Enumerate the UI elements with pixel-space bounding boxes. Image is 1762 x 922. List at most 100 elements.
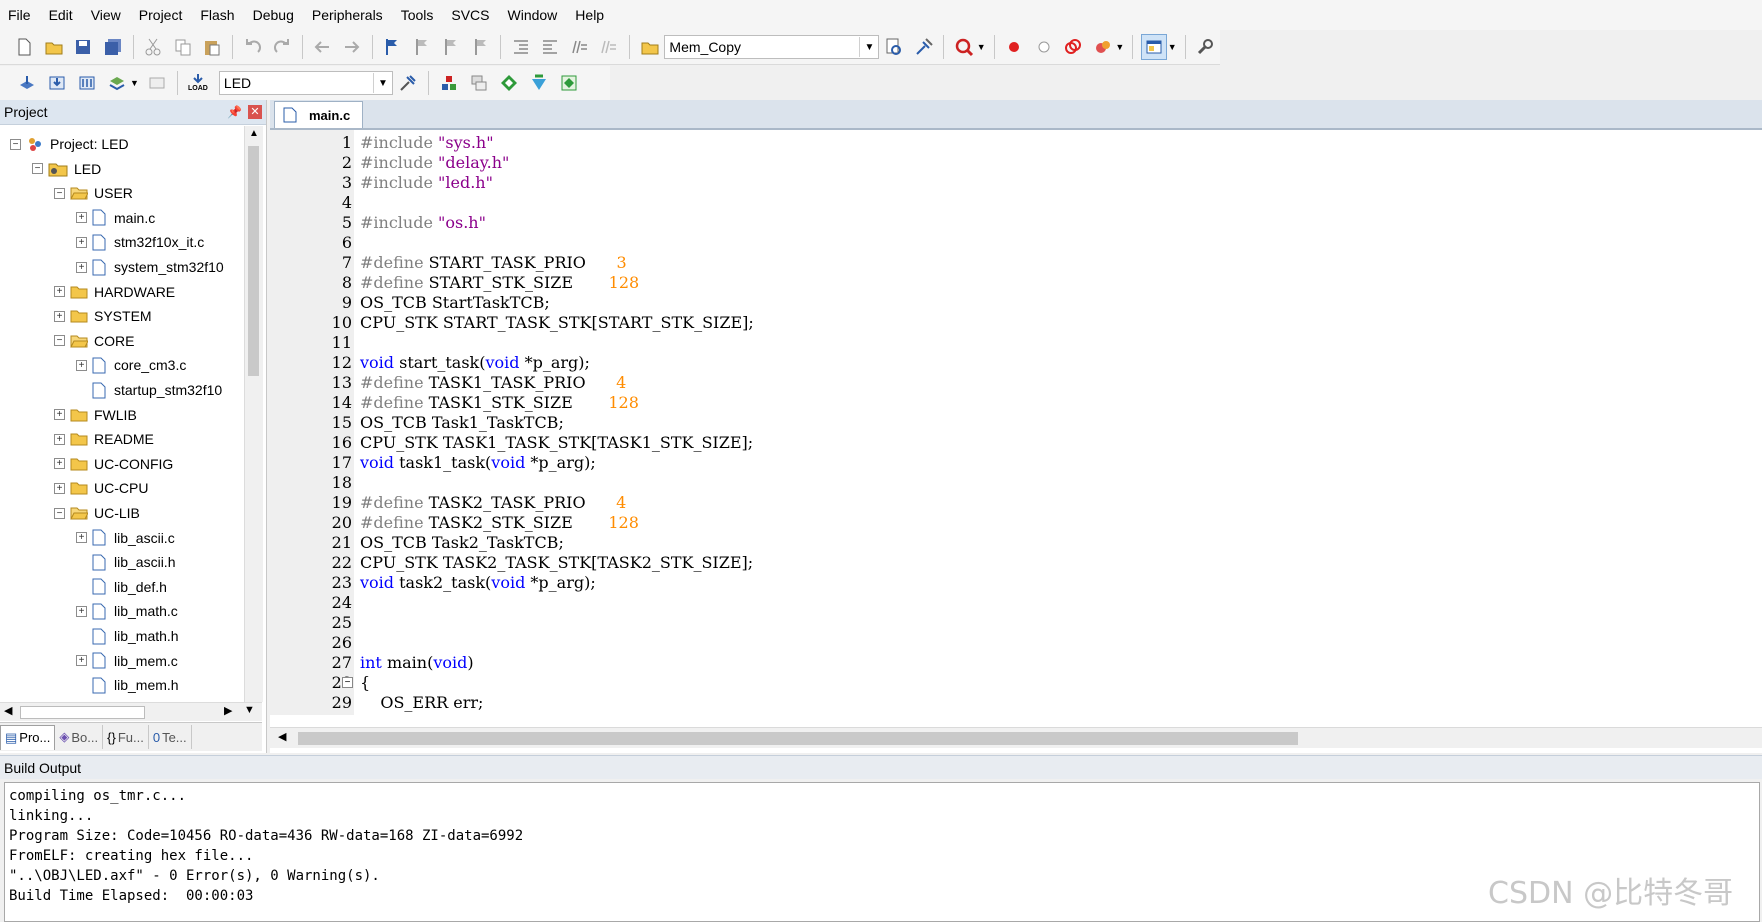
menu-peripherals[interactable]: Peripherals bbox=[303, 0, 392, 30]
scrollbar-thumb[interactable] bbox=[298, 732, 1298, 745]
chevron-down-icon[interactable]: ▼ bbox=[977, 42, 986, 52]
disable-all-breakpoints-icon[interactable] bbox=[1061, 35, 1084, 59]
new-file-icon[interactable] bbox=[13, 35, 36, 59]
tree-vertical-scrollbar[interactable]: ▲ bbox=[244, 126, 263, 702]
expand-icon[interactable]: + bbox=[54, 286, 65, 298]
select-packs-icon[interactable] bbox=[467, 71, 491, 95]
tree-item[interactable]: + SYSTEM bbox=[54, 304, 152, 328]
tree-item[interactable]: + HARDWARE bbox=[54, 280, 175, 304]
manage-project-items-icon[interactable] bbox=[437, 71, 461, 95]
batch-build-icon[interactable] bbox=[105, 71, 129, 95]
stop-build-icon[interactable] bbox=[145, 71, 169, 95]
target-combo[interactable]: LED ▼ bbox=[218, 71, 393, 95]
translate-icon[interactable] bbox=[15, 71, 39, 95]
tree-item[interactable]: lib_def.h bbox=[76, 575, 167, 599]
save-all-icon[interactable] bbox=[101, 35, 124, 59]
insert-breakpoint-icon[interactable] bbox=[1003, 35, 1026, 59]
build-icon[interactable] bbox=[45, 71, 69, 95]
scroll-left-icon[interactable]: ◀ bbox=[4, 704, 12, 717]
expand-icon[interactable]: + bbox=[54, 409, 65, 421]
navigate-forward-icon[interactable] bbox=[340, 35, 363, 59]
scrollbar-thumb[interactable] bbox=[248, 146, 259, 376]
collapse-icon[interactable]: − bbox=[10, 138, 21, 150]
expand-icon[interactable]: + bbox=[54, 482, 65, 494]
expand-icon[interactable]: + bbox=[76, 359, 87, 371]
collapse-icon[interactable]: − bbox=[32, 163, 43, 175]
tree-horizontal-scrollbar[interactable]: ◀ ▶ ▼ bbox=[0, 702, 262, 721]
menu-file[interactable]: File bbox=[0, 0, 40, 30]
expand-icon[interactable]: + bbox=[76, 605, 87, 617]
tree-item[interactable]: + stm32f10x_it.c bbox=[76, 230, 204, 254]
tab-project[interactable]: ▤ Pro... bbox=[0, 724, 56, 750]
collapse-icon[interactable]: − bbox=[54, 187, 65, 199]
scroll-down-icon[interactable]: ▼ bbox=[244, 704, 255, 716]
kill-breakpoints-icon[interactable] bbox=[1091, 35, 1114, 59]
tree-item[interactable]: − UC-LIB bbox=[54, 501, 140, 525]
tree-item[interactable]: + system_stm32f10 bbox=[76, 255, 224, 279]
find-in-files-icon[interactable] bbox=[638, 35, 661, 59]
tree-item[interactable]: − Project: LED bbox=[10, 132, 129, 156]
comment-icon[interactable] bbox=[568, 35, 591, 59]
pin-icon[interactable]: 📌 bbox=[227, 105, 242, 119]
menu-project[interactable]: Project bbox=[130, 0, 192, 30]
tab-templates[interactable]: 0 Te... bbox=[149, 725, 192, 749]
menu-window[interactable]: Window bbox=[499, 0, 567, 30]
tree-item[interactable]: lib_math.h bbox=[76, 624, 179, 648]
tree-item[interactable]: − CORE bbox=[54, 329, 134, 353]
save-icon[interactable] bbox=[72, 35, 95, 59]
disable-breakpoint-icon[interactable] bbox=[1032, 35, 1055, 59]
uncomment-icon[interactable] bbox=[598, 35, 621, 59]
clear-bookmarks-icon[interactable] bbox=[469, 35, 492, 59]
open-folder-icon[interactable] bbox=[42, 35, 65, 59]
expand-icon[interactable]: + bbox=[76, 532, 87, 544]
redo-icon[interactable] bbox=[270, 35, 293, 59]
menu-svcs[interactable]: SVCS bbox=[442, 0, 498, 30]
code-area[interactable]: 1 2 3 4 5 6 7 8 9 10 11 12 13 14 15 16 17 18 19 20 21 22 23 24 2… bbox=[270, 130, 1762, 715]
window-layout-icon[interactable] bbox=[1141, 34, 1167, 60]
fold-collapse-icon[interactable]: − bbox=[342, 677, 353, 688]
download-load-icon[interactable]: LOAD bbox=[186, 71, 210, 95]
chevron-down-icon[interactable]: ▼ bbox=[130, 78, 139, 88]
bookmark-icon[interactable] bbox=[381, 35, 404, 59]
menu-debug[interactable]: Debug bbox=[244, 0, 303, 30]
pack-installer-icon[interactable] bbox=[527, 71, 551, 95]
tree-item[interactable]: startup_stm32f10 bbox=[76, 378, 222, 402]
tree-item[interactable]: + lib_ascii.c bbox=[76, 526, 175, 550]
tree-item[interactable]: + lib_math.c bbox=[76, 599, 178, 623]
chevron-down-icon[interactable]: ▼ bbox=[859, 37, 878, 57]
close-icon[interactable]: ✕ bbox=[248, 105, 262, 119]
copy-icon[interactable] bbox=[171, 35, 194, 59]
target-options-icon[interactable] bbox=[396, 71, 420, 95]
editor-horizontal-scrollbar[interactable]: ◀ bbox=[270, 727, 1762, 748]
tree-item[interactable]: − LED bbox=[32, 157, 101, 181]
chevron-down-icon[interactable]: ▼ bbox=[372, 73, 392, 93]
scroll-up-icon[interactable]: ▲ bbox=[249, 128, 259, 139]
tree-item[interactable]: + main.c bbox=[76, 206, 155, 230]
scroll-left-icon[interactable]: ◀ bbox=[278, 730, 286, 743]
expand-icon[interactable]: + bbox=[76, 655, 87, 667]
menu-flash[interactable]: Flash bbox=[191, 0, 243, 30]
configure-wrench-icon[interactable] bbox=[1194, 35, 1217, 59]
debug-session-icon[interactable] bbox=[952, 35, 975, 59]
menu-tools[interactable]: Tools bbox=[392, 0, 443, 30]
undo-icon[interactable] bbox=[241, 35, 264, 59]
cut-icon[interactable] bbox=[142, 35, 165, 59]
collapse-icon[interactable]: − bbox=[54, 507, 65, 519]
expand-icon[interactable]: + bbox=[54, 310, 65, 322]
find-icon[interactable] bbox=[882, 35, 905, 59]
tree-item[interactable]: + core_cm3.c bbox=[76, 353, 186, 377]
indent-icon[interactable] bbox=[509, 35, 532, 59]
tree-item[interactable]: + FWLIB bbox=[54, 403, 137, 427]
unindent-icon[interactable] bbox=[539, 35, 562, 59]
collapse-icon[interactable]: − bbox=[54, 335, 65, 347]
find-combo[interactable]: Mem_Copy ▼ bbox=[664, 35, 880, 59]
chevron-down-icon[interactable]: ▼ bbox=[1168, 42, 1177, 52]
tree-item[interactable]: lib_mem.h bbox=[76, 673, 179, 697]
tree-item[interactable]: + UC-CONFIG bbox=[54, 452, 173, 476]
code-text[interactable]: #include "sys.h" #include "delay.h" #inclu… bbox=[354, 130, 1754, 715]
menu-view[interactable]: View bbox=[82, 0, 130, 30]
navigate-back-icon[interactable] bbox=[311, 35, 334, 59]
tree-item[interactable]: + lib_mem.c bbox=[76, 649, 178, 673]
tab-functions[interactable]: {} Fu... bbox=[103, 725, 149, 749]
tree-item[interactable]: + README bbox=[54, 427, 154, 451]
